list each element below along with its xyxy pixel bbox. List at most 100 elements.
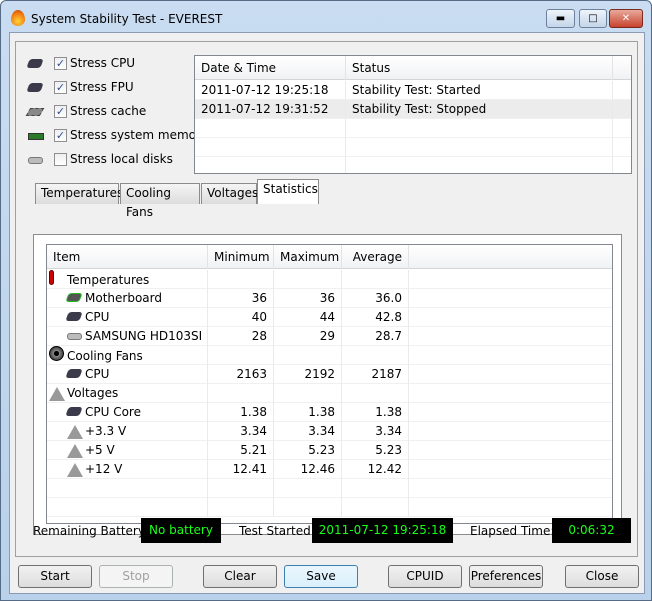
stats-min: 2163 bbox=[208, 365, 274, 384]
log-status bbox=[346, 157, 613, 173]
log-list[interactable]: Date & Time Status 2011-07-12 19:25:18 S… bbox=[194, 55, 632, 174]
stats-group-row[interactable]: Voltages bbox=[47, 384, 612, 403]
stats-avg bbox=[342, 270, 409, 289]
minimize-button[interactable]: ▬ bbox=[546, 9, 575, 28]
stats-row[interactable]: +5 V 5.21 5.23 5.23 bbox=[47, 441, 612, 460]
stress-label: Stress FPU bbox=[70, 80, 134, 94]
memory-icon bbox=[28, 129, 46, 141]
stats-max: 12.46 bbox=[274, 460, 342, 479]
log-row[interactable] bbox=[195, 157, 631, 173]
stats-item: Cooling Fans bbox=[67, 349, 143, 363]
log-date bbox=[195, 157, 346, 173]
stress-label: Stress cache bbox=[70, 104, 147, 118]
col-date-time[interactable]: Date & Time bbox=[195, 56, 346, 80]
tab-cooling-fans[interactable]: Cooling Fans bbox=[120, 183, 200, 219]
stats-min: 36 bbox=[208, 289, 274, 308]
log-status: Stability Test: Stopped bbox=[346, 100, 613, 119]
stress-option[interactable]: Stress local disks bbox=[28, 149, 173, 169]
checkbox[interactable]: ✓ bbox=[54, 80, 67, 94]
statistics-panel: Item Minimum Maximum Average Temperature… bbox=[33, 234, 622, 535]
stats-row[interactable]: CPU 2163 2192 2187 bbox=[47, 365, 612, 384]
col-status[interactable]: Status bbox=[346, 56, 613, 80]
stats-item: Motherboard bbox=[85, 291, 162, 305]
statistics-list[interactable]: Item Minimum Maximum Average Temperature… bbox=[46, 244, 613, 524]
stats-row-empty bbox=[47, 479, 612, 498]
log-status: Stability Test: Started bbox=[346, 81, 613, 100]
fan-icon bbox=[49, 346, 67, 367]
stats-min: 1.38 bbox=[208, 403, 274, 422]
motherboard-icon bbox=[65, 289, 85, 308]
col-maximum[interactable]: Maximum bbox=[274, 245, 342, 269]
stats-max bbox=[274, 346, 342, 365]
stats-item: Voltages bbox=[67, 386, 119, 400]
stats-min: 28 bbox=[208, 327, 274, 346]
close-window-button[interactable]: ✕ bbox=[609, 9, 643, 28]
stats-max: 29 bbox=[274, 327, 342, 346]
stats-row[interactable]: SAMSUNG HD103SI 28 29 28.7 bbox=[47, 327, 612, 346]
test-started-value: 2011-07-12 19:25:18 bbox=[312, 518, 453, 543]
stats-row-empty bbox=[47, 498, 612, 517]
stress-label: Stress CPU bbox=[70, 56, 136, 70]
maximize-button[interactable]: □ bbox=[579, 9, 607, 28]
stats-row[interactable]: +3.3 V 3.34 3.34 3.34 bbox=[47, 422, 612, 441]
close-button[interactable]: Close bbox=[565, 565, 639, 588]
stats-item: SAMSUNG HD103SI bbox=[85, 329, 203, 343]
cpu-icon bbox=[26, 57, 46, 69]
stats-group-row[interactable]: Cooling Fans bbox=[47, 346, 612, 365]
stress-option[interactable]: ✓ Stress cache bbox=[25, 101, 147, 121]
stress-option[interactable]: ✓ Stress system memory bbox=[28, 125, 208, 145]
log-row[interactable] bbox=[195, 119, 631, 138]
stats-row[interactable]: CPU 40 44 42.8 bbox=[47, 308, 612, 327]
log-row[interactable] bbox=[195, 138, 631, 157]
log-date bbox=[195, 138, 346, 157]
stats-item: +12 V bbox=[85, 462, 123, 476]
stress-option[interactable]: ✓ Stress FPU bbox=[26, 77, 134, 97]
tab-statistics[interactable]: Statistics bbox=[257, 179, 319, 204]
stress-option[interactable]: ✓ Stress CPU bbox=[26, 53, 136, 73]
stats-avg: 5.23 bbox=[342, 441, 409, 460]
checkbox[interactable]: ✓ bbox=[54, 128, 67, 142]
checkbox[interactable] bbox=[54, 152, 67, 166]
start-button[interactable]: Start bbox=[18, 565, 92, 588]
tab-temperatures[interactable]: Temperatures bbox=[35, 183, 123, 204]
cpuid-button[interactable]: CPUID bbox=[388, 565, 462, 588]
stop-button[interactable]: Stop bbox=[99, 565, 173, 588]
preferences-button[interactable]: Preferences bbox=[469, 565, 543, 588]
stats-min bbox=[208, 270, 274, 289]
voltage-icon bbox=[67, 460, 85, 479]
cache-chip-icon bbox=[25, 105, 46, 117]
stats-row[interactable]: +12 V 12.41 12.46 12.42 bbox=[47, 460, 612, 479]
checkbox[interactable]: ✓ bbox=[54, 104, 67, 118]
cpu-icon bbox=[65, 308, 85, 327]
log-status bbox=[346, 138, 613, 157]
stats-min bbox=[208, 346, 274, 365]
elapsed-time-value: 0:06:32 bbox=[552, 518, 631, 543]
stats-avg: 28.7 bbox=[342, 327, 409, 346]
thermometer-icon bbox=[49, 270, 67, 291]
col-item[interactable]: Item bbox=[47, 245, 208, 269]
stats-row[interactable]: CPU Core 1.38 1.38 1.38 bbox=[47, 403, 612, 422]
stats-item: Temperatures bbox=[67, 273, 150, 287]
stats-group-row[interactable]: Temperatures bbox=[47, 270, 612, 289]
checkbox[interactable]: ✓ bbox=[54, 56, 67, 70]
tab-voltages[interactable]: Voltages bbox=[201, 183, 258, 204]
stats-max: 44 bbox=[274, 308, 342, 327]
fpu-icon bbox=[26, 81, 46, 93]
disk-icon bbox=[28, 153, 46, 165]
log-row[interactable]: 2011-07-12 19:25:18 Stability Test: Star… bbox=[195, 81, 631, 100]
clear-button[interactable]: Clear bbox=[203, 565, 277, 588]
flame-icon bbox=[11, 10, 25, 26]
stats-row[interactable]: Motherboard 36 36 36.0 bbox=[47, 289, 612, 308]
stats-min: 5.21 bbox=[208, 441, 274, 460]
save-button[interactable]: Save bbox=[284, 565, 358, 588]
cpu-icon bbox=[65, 403, 85, 422]
stats-avg bbox=[342, 384, 409, 403]
stats-header: Item Minimum Maximum Average bbox=[47, 245, 612, 269]
stats-min: 40 bbox=[208, 308, 274, 327]
log-header: Date & Time Status bbox=[195, 56, 631, 80]
disk-icon bbox=[67, 327, 85, 346]
col-average[interactable]: Average bbox=[342, 245, 409, 269]
col-minimum[interactable]: Minimum bbox=[208, 245, 274, 269]
log-row[interactable]: 2011-07-12 19:31:52 Stability Test: Stop… bbox=[195, 100, 631, 119]
battery-value: No battery bbox=[141, 518, 221, 543]
